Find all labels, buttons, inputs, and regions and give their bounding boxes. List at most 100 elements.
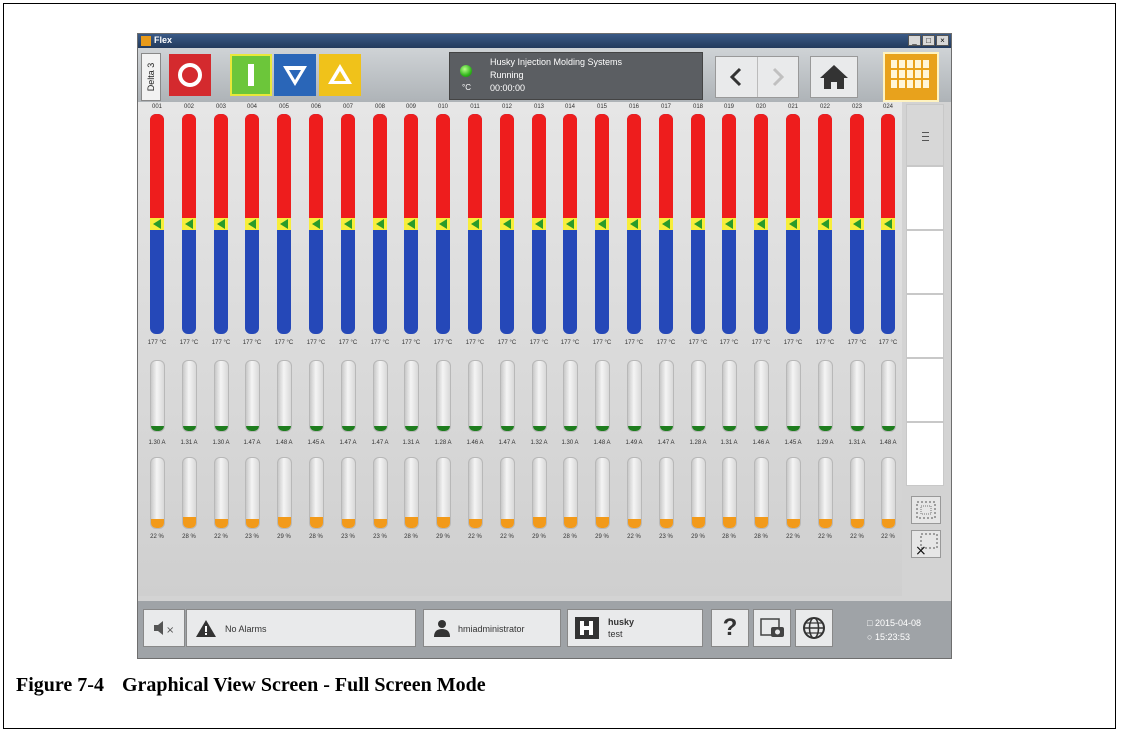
zone-temperature-bar[interactable] [881,114,895,334]
zone-temperature-value: 177 °C [815,340,835,346]
mute-button[interactable]: × [143,609,185,647]
zone-current-bar[interactable] [595,360,610,432]
zone-current-value: 1.47 A [371,440,389,446]
mold-tab[interactable]: Delta 3 [141,53,161,101]
stop-button[interactable] [169,54,211,96]
zone-output-bar[interactable] [245,457,260,529]
zone-temperature-bar[interactable] [595,114,609,334]
zone-temperature-bar[interactable] [245,114,259,334]
above-setpoint-fill [786,114,800,218]
zone-temperature-bar[interactable] [818,114,832,334]
zone-output-bar[interactable] [722,457,737,529]
zone-current-bar[interactable] [245,360,260,432]
zone-output-bar[interactable] [182,457,197,529]
zone-current-bar[interactable] [850,360,865,432]
zone-output-bar[interactable] [150,457,165,529]
zone-output-bar[interactable] [786,457,801,529]
zone-current-bar[interactable] [881,360,896,432]
zone-output-bar[interactable] [881,457,896,529]
zone-current-bar[interactable] [436,360,451,432]
zone-output-bar[interactable] [404,457,419,529]
boost-button[interactable] [319,54,361,96]
zone-temperature-bar[interactable] [468,114,482,334]
graphical-view-button[interactable] [883,52,939,102]
zone-output-bar[interactable] [850,457,865,529]
zone-output-bar[interactable] [818,457,833,529]
menu-button[interactable] [906,104,944,166]
zone-output-bar[interactable] [595,457,610,529]
zone-current-bar[interactable] [818,360,833,432]
zone-current-bar[interactable] [373,360,388,432]
zone-current-bar[interactable] [563,360,578,432]
zone-temperature-bar[interactable] [722,114,736,334]
zone-output-bar[interactable] [373,457,388,529]
zone-current-bar[interactable] [500,360,515,432]
zone-temperature-bar[interactable] [532,114,546,334]
zone-number: 005 [278,104,289,110]
zone-temperature-bar[interactable] [309,114,323,334]
screenshot-button[interactable] [753,609,791,647]
zone-current-bar[interactable] [468,360,483,432]
forward-button[interactable] [758,57,799,97]
help-button[interactable]: ? [711,609,749,647]
alarm-button[interactable]: No Alarms [186,609,416,647]
home-button[interactable] [810,56,858,98]
zone-output-bar[interactable] [277,457,292,529]
zone-current-bar[interactable] [277,360,292,432]
zone-temperature-bar[interactable] [277,114,291,334]
zone-temperature-bar[interactable] [150,114,164,334]
zone-output-bar[interactable] [309,457,324,529]
zone-output-value: 22 % [500,534,514,540]
zone-temperature-bar[interactable] [341,114,355,334]
minimize-button[interactable]: _ [908,35,921,46]
zone-temperature-bar[interactable] [754,114,768,334]
zone-output-bar[interactable] [436,457,451,529]
zone-temperature-bar[interactable] [850,114,864,334]
zone-current-bar[interactable] [754,360,769,432]
zone-current-bar[interactable] [150,360,165,432]
zone-output-bar[interactable] [691,457,706,529]
zone-current-bar[interactable] [341,360,356,432]
zone-current-bar[interactable] [786,360,801,432]
zone-output-bar[interactable] [214,457,229,529]
zone-output-bar[interactable] [532,457,547,529]
zone-current-bar[interactable] [659,360,674,432]
maximize-button[interactable]: □ [922,35,935,46]
zone-output-bar[interactable] [500,457,515,529]
profile-button[interactable]: husky test [567,609,703,647]
zone-output-bar[interactable] [468,457,483,529]
zone-current-bar[interactable] [214,360,229,432]
zone-current-bar[interactable] [722,360,737,432]
zone-temperature-bar[interactable] [659,114,673,334]
zone-temperature-bar[interactable] [214,114,228,334]
back-button[interactable] [716,57,758,97]
zone-output-bar[interactable] [659,457,674,529]
zone-output-bar[interactable] [563,457,578,529]
select-zones-button[interactable] [911,496,941,524]
zone-current-bar[interactable] [691,360,706,432]
zone-temperature-bar[interactable] [627,114,641,334]
zone-temperature-value: 177 °C [179,340,199,346]
user-button[interactable]: hmiadministrator [423,609,561,647]
zone-current-bar[interactable] [309,360,324,432]
zone-output-bar[interactable] [754,457,769,529]
close-button[interactable]: × [936,35,949,46]
language-button[interactable] [795,609,833,647]
zone-temperature-bar[interactable] [500,114,514,334]
zone-temperature-bar[interactable] [563,114,577,334]
zone-output-bar[interactable] [627,457,642,529]
zone-current-bar[interactable] [532,360,547,432]
zone-temperature-bar[interactable] [786,114,800,334]
standby-button[interactable] [274,54,316,96]
zone-current-bar[interactable] [182,360,197,432]
zone-temperature-bar[interactable] [436,114,450,334]
zone-temperature-bar[interactable] [373,114,387,334]
start-button[interactable] [230,54,272,96]
zone-output-bar[interactable] [341,457,356,529]
zone-current-bar[interactable] [404,360,419,432]
zone-temperature-bar[interactable] [182,114,196,334]
full-screen-exit-button[interactable]: × [911,530,941,559]
zone-temperature-bar[interactable] [691,114,705,334]
zone-current-bar[interactable] [627,360,642,432]
zone-temperature-bar[interactable] [404,114,418,334]
